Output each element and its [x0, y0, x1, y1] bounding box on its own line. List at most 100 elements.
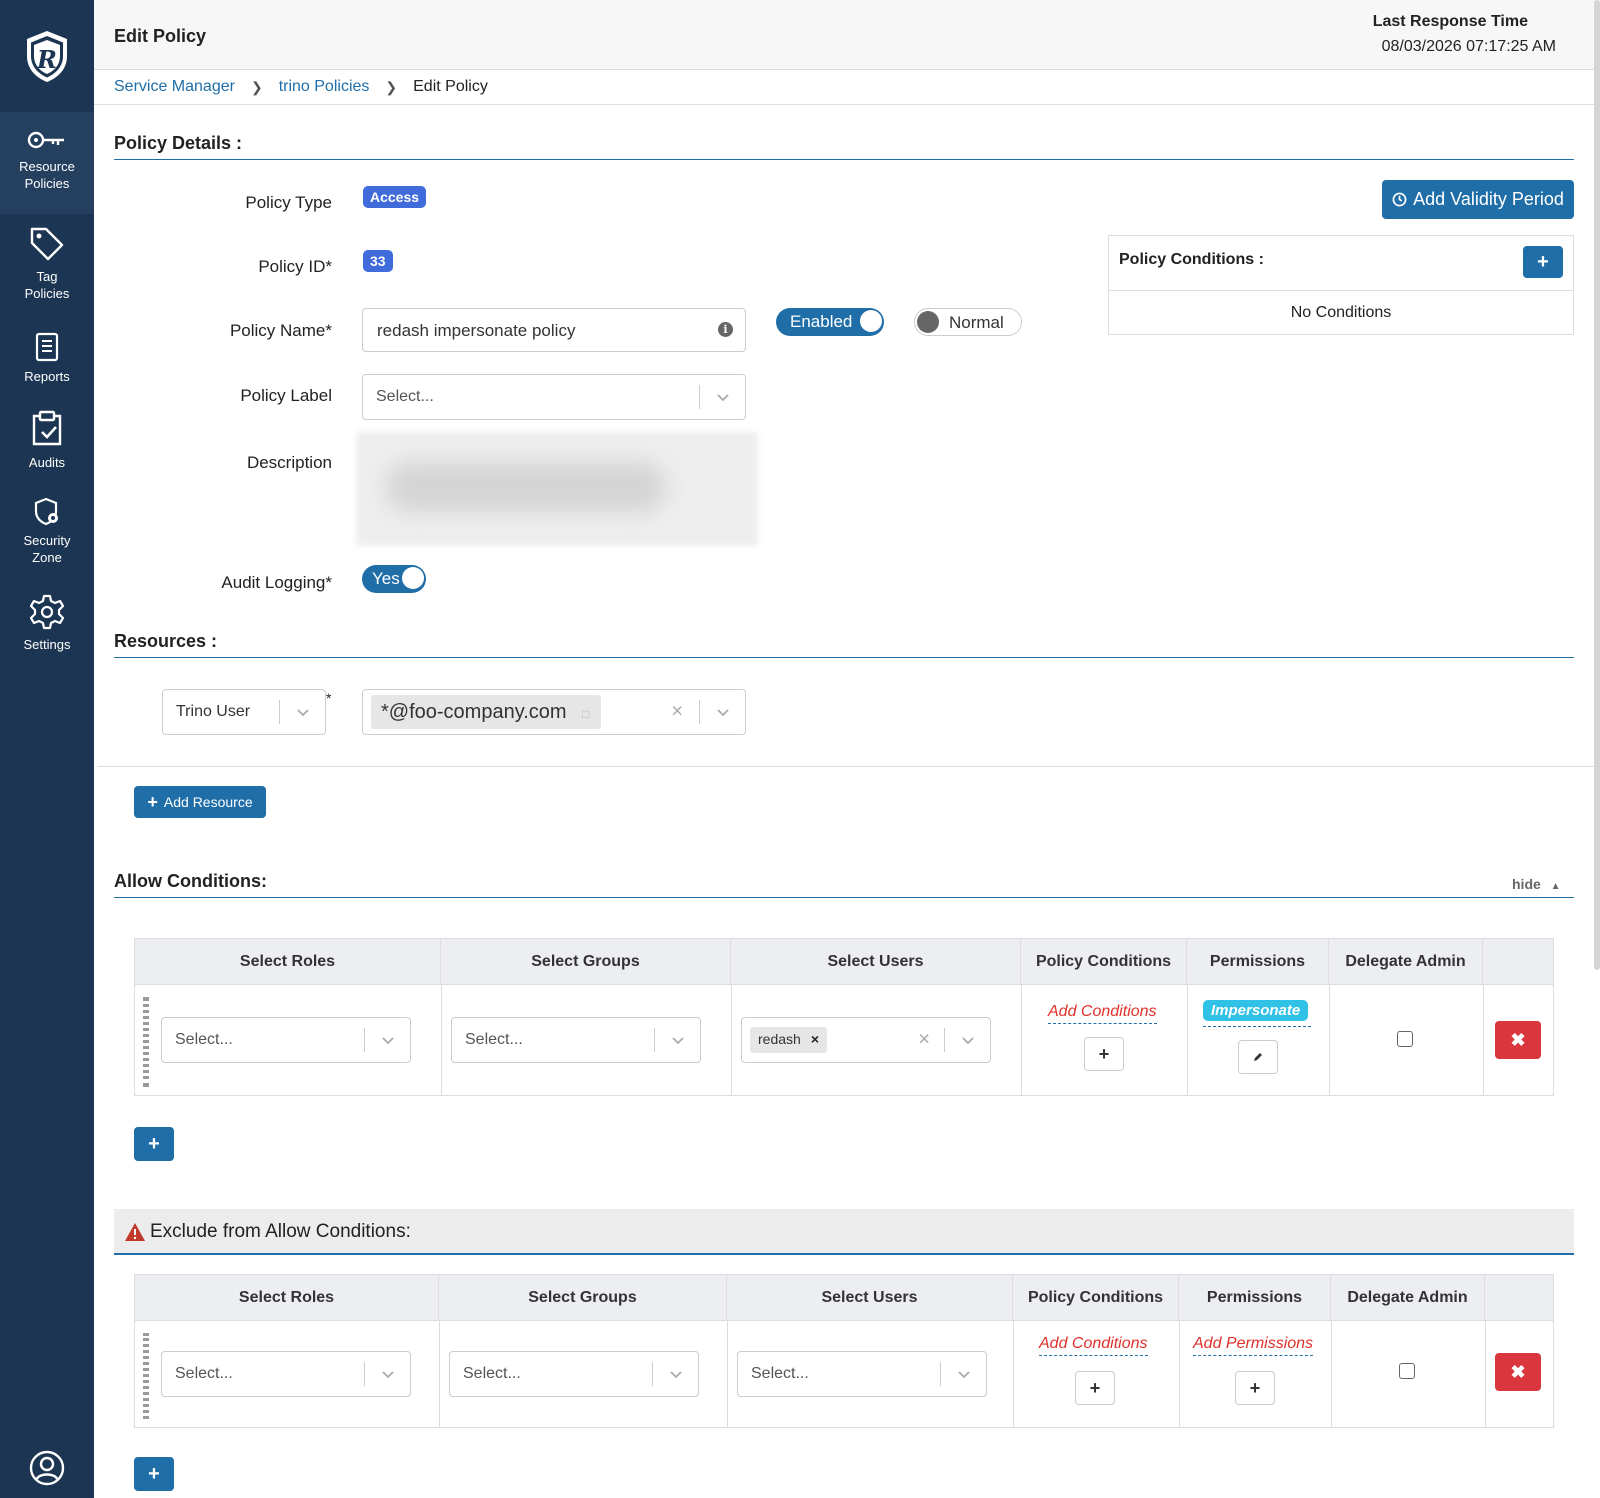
- close-icon: ✖: [1510, 1029, 1526, 1050]
- delete-row-button[interactable]: ✖: [1495, 1021, 1541, 1059]
- header-delegate-admin: Delegate Admin: [1329, 939, 1483, 985]
- drag-handle[interactable]: [143, 1333, 149, 1419]
- add-resource-button[interactable]: + Add Resource: [134, 786, 266, 818]
- policy-details-title: Policy Details :: [114, 133, 243, 153]
- description-textarea[interactable]: [356, 432, 758, 546]
- ranger-logo[interactable]: R: [0, 0, 94, 112]
- required-asterisk: *: [326, 690, 332, 706]
- svg-text:R: R: [36, 45, 57, 74]
- roles-placeholder: Select...: [175, 1031, 233, 1048]
- chevron-down-icon[interactable]: [380, 1366, 396, 1382]
- clear-icon[interactable]: ×: [671, 701, 683, 724]
- shield-lock-icon: [34, 497, 58, 526]
- header-permissions: Permissions: [1179, 1275, 1331, 1321]
- page-scrollbar[interactable]: [1594, 0, 1600, 970]
- sidebar-item-reports[interactable]: Reports: [0, 332, 94, 385]
- page-title: Edit Policy: [114, 26, 207, 46]
- clear-icon[interactable]: ×: [918, 1029, 930, 1052]
- allow-users-select[interactable]: redash × ×: [741, 1017, 991, 1063]
- description-label: Description: [246, 453, 332, 472]
- add-exclude-row-button[interactable]: +: [134, 1457, 174, 1491]
- chevron-down-icon[interactable]: [295, 704, 311, 720]
- chevron-down-icon[interactable]: [380, 1032, 396, 1048]
- exclude-groups-select[interactable]: Select...: [449, 1351, 699, 1397]
- edit-permissions-button[interactable]: [1238, 1040, 1278, 1074]
- sidebar-item-tag-policies[interactable]: Tag Policies: [0, 226, 94, 302]
- chevron-down-icon[interactable]: [715, 704, 731, 720]
- add-permission-button[interactable]: +: [1235, 1371, 1275, 1405]
- user-avatar-icon: [29, 1450, 65, 1486]
- delete-row-button[interactable]: ✖: [1495, 1353, 1541, 1391]
- hide-label: hide: [1512, 876, 1541, 892]
- add-resource-label: Add Resource: [163, 794, 253, 810]
- exclude-conditions-table: Select Roles Select Groups Select Users …: [134, 1274, 1554, 1428]
- header-select-groups: Select Groups: [441, 939, 731, 985]
- sidebar-item-resource-policies[interactable]: Resource Policies: [0, 112, 94, 214]
- sidebar-item-audits[interactable]: Audits: [0, 410, 94, 471]
- sidebar-item-security-zone[interactable]: Security Zone: [0, 496, 94, 566]
- plus-icon: +: [148, 1462, 160, 1485]
- hide-toggle-link[interactable]: hide ▲: [1512, 876, 1561, 892]
- add-policy-condition-button[interactable]: +: [1523, 246, 1563, 278]
- delegate-admin-checkbox[interactable]: [1399, 1363, 1415, 1379]
- add-allow-row-button[interactable]: +: [134, 1127, 174, 1161]
- column-divider: [1331, 1321, 1332, 1427]
- user-profile-button[interactable]: [0, 1450, 94, 1486]
- add-validity-period-button[interactable]: Add Validity Period: [1382, 180, 1574, 219]
- chip-remove-icon[interactable]: ×: [811, 1031, 819, 1049]
- add-validity-period-label: Add Validity Period: [1413, 189, 1564, 209]
- chevron-down-icon[interactable]: [668, 1366, 684, 1382]
- allow-groups-select[interactable]: Select...: [451, 1017, 701, 1063]
- exclude-users-select[interactable]: Select...: [737, 1351, 987, 1397]
- permission-underline: [1203, 1026, 1311, 1027]
- policy-label-label: Policy Label: [240, 386, 332, 405]
- breadcrumb-service-manager[interactable]: Service Manager: [114, 78, 235, 96]
- chip-remove-icon[interactable]: □: [582, 707, 589, 721]
- chevron-down-icon[interactable]: [960, 1032, 976, 1048]
- chevron-down-icon[interactable]: [715, 389, 731, 405]
- permission-badge: Impersonate: [1203, 1000, 1309, 1021]
- clipboard-check-icon: [32, 410, 62, 446]
- sidebar-item-label: Settings: [23, 637, 71, 652]
- audit-logging-toggle[interactable]: Yes: [362, 565, 426, 593]
- plus-icon: +: [1249, 1377, 1261, 1398]
- gear-icon: [29, 594, 65, 630]
- info-icon[interactable]: i: [718, 322, 733, 337]
- plus-icon: +: [1089, 1377, 1101, 1398]
- resource-value-chip: *@foo-company.com □: [371, 695, 602, 729]
- add-conditions-link[interactable]: Add Conditions: [1048, 1003, 1157, 1024]
- select-separator: [940, 1362, 941, 1386]
- column-divider: [1329, 985, 1330, 1095]
- policy-type-label: Policy Type: [245, 193, 332, 212]
- exclude-roles-select[interactable]: Select...: [161, 1351, 411, 1397]
- add-conditions-link[interactable]: Add Conditions: [1039, 1335, 1148, 1356]
- sidebar-item-settings[interactable]: Settings: [0, 594, 94, 653]
- select-separator: [654, 1028, 655, 1052]
- policy-type-badge: Access: [363, 186, 427, 208]
- plus-icon: +: [147, 791, 158, 812]
- delegate-admin-checkbox[interactable]: [1397, 1031, 1413, 1047]
- chevron-down-icon[interactable]: [956, 1366, 972, 1382]
- sidebar: R Resource Policies Tag Policies Reports: [0, 0, 94, 1498]
- add-condition-button[interactable]: +: [1075, 1371, 1115, 1405]
- resource-value-text: *@foo-company.com: [381, 701, 567, 723]
- resource-value-select[interactable]: *@foo-company.com □ ×: [362, 689, 746, 735]
- override-toggle[interactable]: Normal: [914, 308, 1022, 336]
- breadcrumb-trino-policies[interactable]: trino Policies: [279, 78, 370, 96]
- chevron-down-icon[interactable]: [670, 1032, 686, 1048]
- select-separator: [364, 1028, 365, 1052]
- policy-name-input[interactable]: redash impersonate policy i: [362, 308, 746, 352]
- resource-type-select[interactable]: Trino User: [162, 689, 326, 735]
- policy-label-select[interactable]: Select...: [362, 374, 746, 420]
- add-permissions-link[interactable]: Add Permissions: [1193, 1335, 1314, 1356]
- exclude-conditions-header: Exclude from Allow Conditions:: [114, 1209, 1574, 1255]
- column-divider: [1013, 1321, 1014, 1427]
- allow-conditions-title: Allow Conditions:: [114, 871, 267, 891]
- add-condition-button[interactable]: +: [1084, 1037, 1124, 1071]
- enabled-toggle[interactable]: Enabled: [776, 308, 884, 336]
- sidebar-item-label: Reports: [24, 369, 70, 384]
- allow-conditions-table: Select Roles Select Groups Select Users …: [134, 938, 1554, 1096]
- allow-roles-select[interactable]: Select...: [161, 1017, 411, 1063]
- drag-handle[interactable]: [143, 997, 149, 1087]
- toggle-knob: [917, 311, 939, 333]
